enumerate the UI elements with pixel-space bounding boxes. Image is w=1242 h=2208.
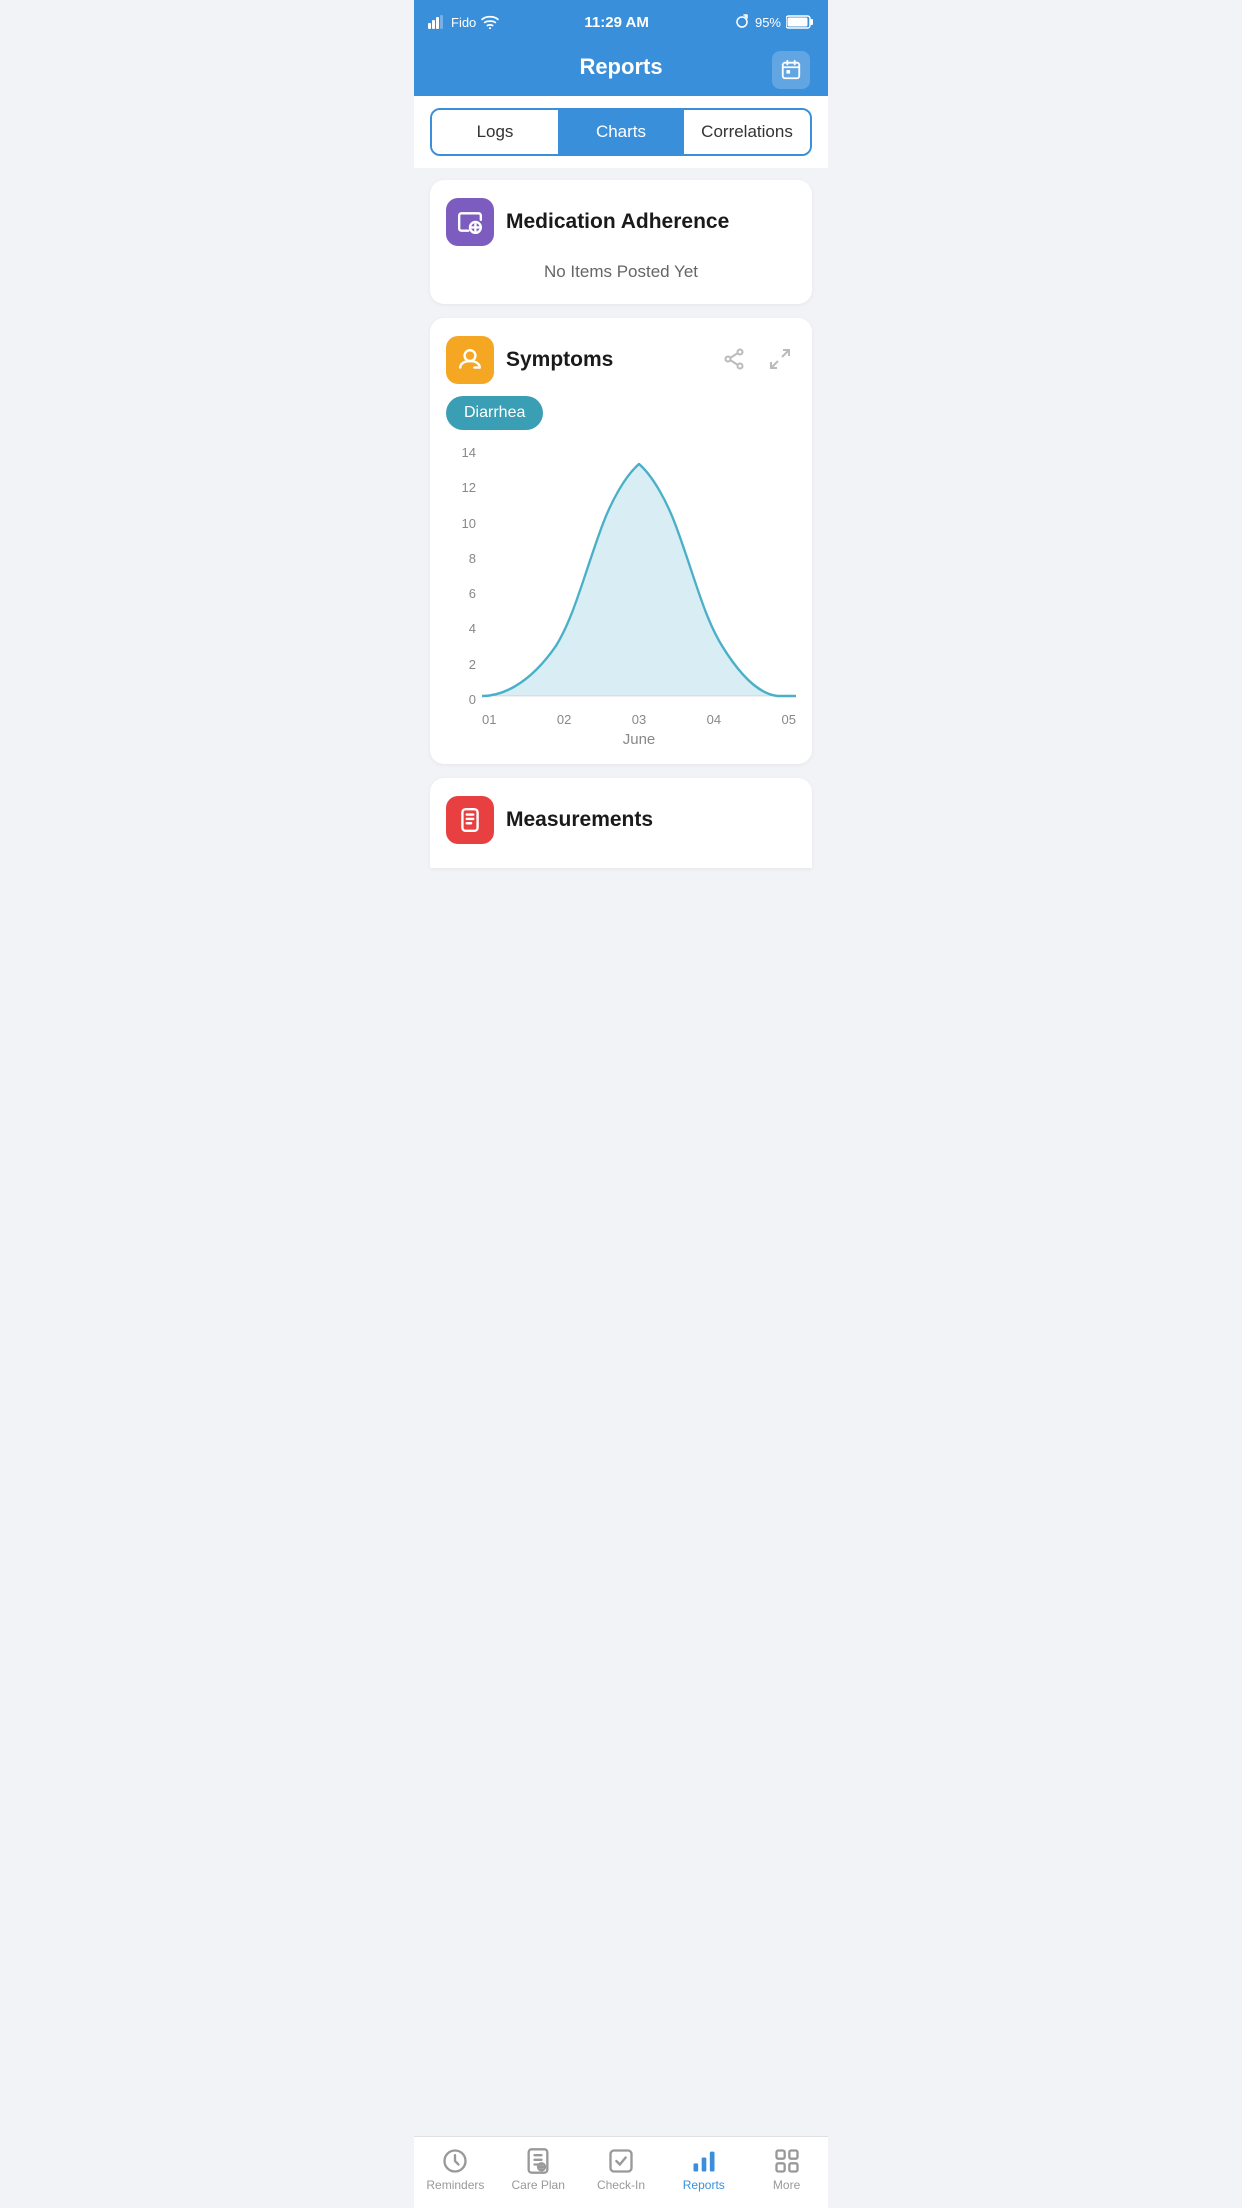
status-time: 11:29 AM bbox=[584, 14, 648, 31]
symptoms-header: Symptoms bbox=[446, 336, 796, 384]
tab-logs[interactable]: Logs bbox=[432, 110, 558, 154]
reports-nav-label: Reports bbox=[683, 2178, 725, 2192]
symptoms-chart: 14 12 10 8 6 4 2 0 bbox=[446, 446, 796, 746]
medication-empty-text: No Items Posted Yet bbox=[446, 256, 796, 286]
symptom-tags: Diarrhea bbox=[446, 396, 796, 430]
more-nav-label: More bbox=[773, 2178, 800, 2192]
chart-y-axis: 14 12 10 8 6 4 2 0 bbox=[446, 446, 482, 706]
header: Reports bbox=[414, 44, 828, 96]
tab-charts[interactable]: Charts bbox=[558, 110, 684, 154]
reminders-nav-icon bbox=[441, 2147, 469, 2175]
chart-month-label: June bbox=[623, 731, 656, 748]
medication-icon bbox=[446, 198, 494, 246]
medication-title: Medication Adherence bbox=[506, 210, 729, 234]
medication-adherence-card: Medication Adherence No Items Posted Yet bbox=[430, 180, 812, 304]
nav-reminders[interactable]: Reminders bbox=[425, 2147, 485, 2192]
measurements-header: Measurements bbox=[446, 796, 796, 844]
nav-reports[interactable]: Reports bbox=[674, 2147, 734, 2192]
share-icon bbox=[722, 347, 746, 371]
battery-percent: 95% bbox=[755, 15, 781, 30]
chart-svg-area bbox=[482, 446, 796, 706]
expand-button[interactable] bbox=[764, 343, 796, 378]
calendar-button[interactable] bbox=[772, 51, 810, 89]
calendar-icon bbox=[780, 59, 802, 81]
tab-correlations[interactable]: Correlations bbox=[684, 110, 810, 154]
tabs-container: Logs Charts Correlations bbox=[414, 96, 828, 168]
signal-icon bbox=[428, 15, 446, 29]
status-left: Fido bbox=[428, 15, 499, 30]
symptom-tag-diarrhea[interactable]: Diarrhea bbox=[446, 396, 543, 430]
battery-icon bbox=[786, 15, 814, 29]
symptoms-icon bbox=[446, 336, 494, 384]
status-bar: Fido 11:29 AM 95% bbox=[414, 0, 828, 44]
check-in-nav-icon bbox=[607, 2147, 635, 2175]
nav-more[interactable]: More bbox=[757, 2147, 817, 2192]
symptoms-card: Symptoms bbox=[430, 318, 812, 764]
share-button[interactable] bbox=[718, 343, 750, 378]
care-plan-nav-label: Care Plan bbox=[512, 2178, 565, 2192]
measurements-card: Measurements bbox=[430, 778, 812, 868]
measurements-title: Measurements bbox=[506, 808, 653, 832]
tabs: Logs Charts Correlations bbox=[430, 108, 812, 156]
page-title: Reports bbox=[579, 54, 662, 80]
bottom-nav: Reminders Care Plan bbox=[414, 2136, 828, 2208]
care-plan-nav-icon bbox=[524, 2147, 552, 2175]
check-in-nav-label: Check-In bbox=[597, 2178, 645, 2192]
nav-care-plan[interactable]: Care Plan bbox=[508, 2147, 568, 2192]
measurements-icon bbox=[446, 796, 494, 844]
expand-icon bbox=[768, 347, 792, 371]
status-right: 95% bbox=[734, 14, 814, 30]
reports-nav-icon bbox=[690, 2147, 718, 2175]
symptoms-title: Symptoms bbox=[506, 348, 613, 372]
reminders-nav-label: Reminders bbox=[426, 2178, 484, 2192]
rotation-lock-icon bbox=[734, 14, 750, 30]
content-area: Medication Adherence No Items Posted Yet… bbox=[414, 168, 828, 880]
nav-check-in[interactable]: Check-In bbox=[591, 2147, 651, 2192]
medication-header: Medication Adherence bbox=[446, 198, 796, 246]
carrier-label: Fido bbox=[451, 15, 476, 30]
wifi-icon bbox=[481, 15, 499, 29]
symptoms-actions bbox=[718, 343, 796, 378]
more-nav-icon bbox=[773, 2147, 801, 2175]
chart-x-axis: 01 02 03 04 05 June bbox=[482, 706, 796, 746]
